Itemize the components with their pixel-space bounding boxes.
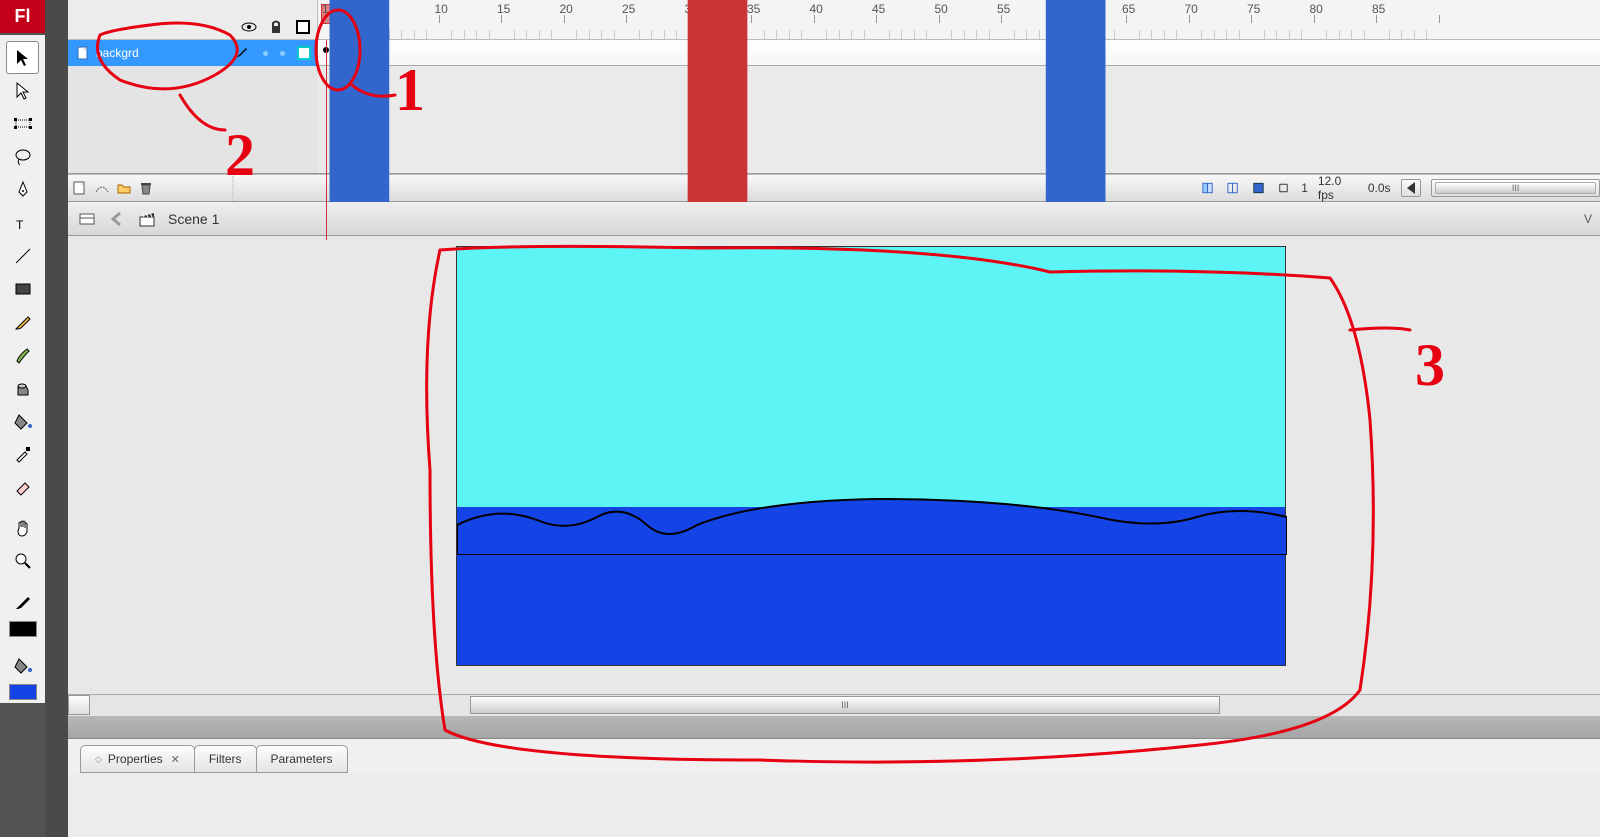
main-area: 1510152025303540455055606570758085 backg… [45,0,1600,837]
properties-panel-tabs: ◇ Properties ✕ Filters Parameters [68,738,1600,773]
ink-bottle-tool[interactable] [6,371,39,404]
diamond-icon: ◇ [95,754,102,765]
close-icon[interactable]: ✕ [171,753,180,766]
pen-tool[interactable] [6,173,39,206]
scene-bar: Scene 1 V [68,202,1600,236]
ruler-label: 85 [1372,2,1385,16]
edit-scene-icon[interactable] [78,210,96,228]
clapboard-icon [138,210,156,228]
stage-area: III [68,236,1600,716]
subselection-tool[interactable] [6,74,39,107]
current-frame-value: 1 [1301,181,1308,195]
elapsed-value: 0.0s [1368,181,1391,195]
eraser-tool[interactable] [6,470,39,503]
tab-filters[interactable]: Filters [194,745,257,773]
onion-skin-icon[interactable] [1201,180,1216,196]
layer-name-label: backgrd [96,46,139,60]
panel-divider[interactable] [68,716,1600,738]
tab-properties[interactable]: ◇ Properties ✕ [80,745,195,773]
tab-properties-label: Properties [108,752,163,766]
tab-parameters-label: Parameters [271,752,333,766]
eyedropper-tool[interactable] [6,437,39,470]
line-tool[interactable] [6,239,39,272]
stroke-color-tool[interactable] [6,585,39,618]
timeline-scroll-thumb[interactable]: III [1435,182,1596,194]
paint-bucket-tool[interactable] [6,404,39,437]
onion-skin-outlines-icon[interactable] [1226,180,1241,196]
fill-color-tool[interactable] [6,648,39,681]
ruler-label: 75 [1247,2,1260,16]
rectangle-tool[interactable] [6,272,39,305]
back-arrow-icon[interactable] [108,210,126,228]
vertical-panel-grip[interactable] [45,0,68,837]
edit-multiple-frames-icon[interactable] [1251,180,1266,196]
playhead-line [326,40,327,240]
wave-outline [457,495,1287,555]
lasso-tool[interactable] [6,140,39,173]
new-layer-icon[interactable] [72,180,88,196]
stage-horizontal-scrollbar[interactable]: III [68,694,1600,716]
delete-layer-icon[interactable] [138,180,154,196]
left-column: Fl T [0,0,45,837]
content-area: 1510152025303540455055606570758085 backg… [68,0,1600,837]
timeline-scrollbar[interactable]: III [1431,179,1600,197]
stage-scroll-left-button[interactable] [68,695,90,715]
zoom-tool[interactable] [6,544,39,577]
tab-filters-label: Filters [209,752,242,766]
timeline-scroll-left-button[interactable] [1401,179,1422,197]
text-tool[interactable]: T [6,206,39,239]
hand-tool[interactable] [6,511,39,544]
scene-right-indicator: V [1584,212,1592,226]
stage-scroll-thumb[interactable]: III [471,697,1219,713]
free-transform-tool[interactable] [6,107,39,140]
tab-parameters[interactable]: Parameters [256,745,348,773]
sky-shape [457,247,1285,527]
layer-type-icon [76,46,90,60]
stage-scroll-track[interactable]: III [470,696,1220,714]
fps-value: 12.0 fps [1318,174,1358,202]
new-folder-icon[interactable] [116,180,132,196]
timeline-footer: 1 12.0 fps 0.0s III [68,174,1600,202]
stroke-swatch[interactable] [6,618,39,640]
brush-tool[interactable] [6,338,39,371]
tool-panel: T [0,35,45,703]
stage-canvas[interactable] [456,246,1286,666]
svg-text:T: T [16,218,24,232]
pencil-tool[interactable] [6,305,39,338]
flash-logo: Fl [0,0,45,33]
ruler-label: 80 [1310,2,1323,16]
modify-onion-markers-icon[interactable] [1276,180,1291,196]
motion-guide-icon[interactable] [94,180,110,196]
scene-name-label: Scene 1 [168,211,219,227]
selection-tool[interactable] [6,41,39,74]
fill-swatch[interactable] [6,681,39,703]
